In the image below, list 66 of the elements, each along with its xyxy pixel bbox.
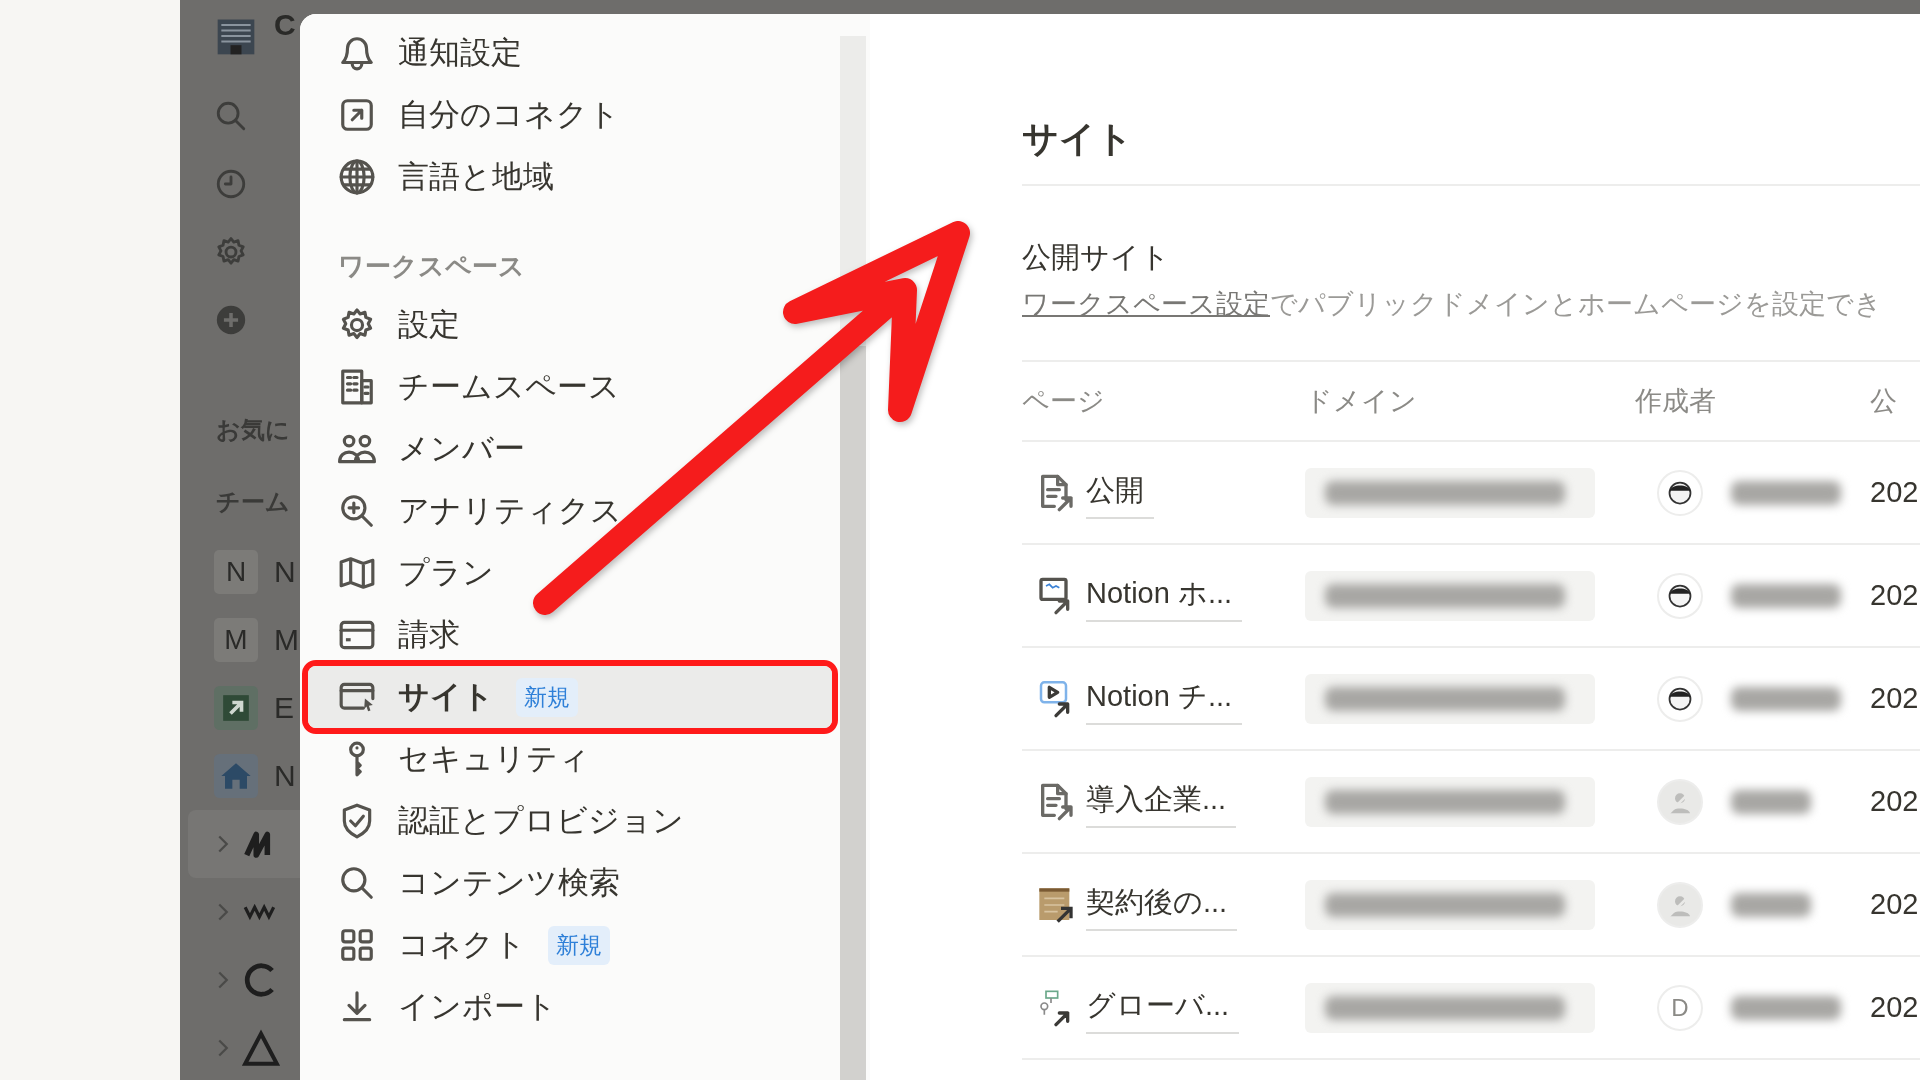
page-link[interactable]: 契約後の... [1086,878,1238,931]
settings-nav-item[interactable]: インポート [308,976,830,1038]
clock-icon [214,167,248,201]
avatar [1657,881,1703,928]
grid-icon [338,926,376,964]
settings-nav-item[interactable]: 請求 [308,604,830,666]
settings-nav-item[interactable]: 設定 [308,294,830,356]
avatar: D [1657,984,1703,1031]
chevron-icon [216,834,230,854]
section-heading: ワークスペース [338,250,525,283]
avatar [1657,778,1703,825]
section-title: 公開サイト [1022,240,1171,275]
scrollbar[interactable] [840,36,866,1080]
date-text: 202 [1870,785,1919,817]
column-header: 作成者 [1635,386,1716,416]
date-text: 202 [1870,476,1919,508]
avatar [1657,469,1703,516]
settings-nav-item[interactable]: サイト 新規 [308,666,832,728]
settings-nav-item[interactable]: プラン [308,542,830,604]
avatar [1657,675,1703,722]
date-text: 202 [1870,579,1919,611]
triangle-logo-icon [242,1029,280,1067]
page-link[interactable]: 導入企業... [1086,775,1237,828]
page-link[interactable]: 公開 [1086,466,1154,519]
description-text: ワークスペース設定でパブリックドメインとホームページを設定でき [1022,288,1883,321]
settings-nav-item[interactable]: メンバー [308,418,830,480]
settings-nav-item[interactable]: 自分のコネクト [308,84,830,146]
settings-nav-item[interactable]: チームスペース [308,356,830,418]
arrow-square-icon [214,686,258,730]
date-text: 202 [1870,682,1919,714]
page-title: サイト [1022,116,1133,161]
house-icon [214,754,258,798]
chevron-icon [216,1038,230,1058]
workspace-settings-link[interactable]: ワークスペース設定 [1022,289,1270,319]
new-badge: 新規 [516,677,578,717]
settings-nav-item[interactable]: アナリティクス [308,480,830,542]
chevron-icon [216,902,230,922]
column-header: ページ [1022,386,1105,416]
page-link[interactable]: Notion チ... [1086,672,1243,725]
building-icon [338,368,376,406]
settings-nav-item[interactable]: セキュリティ [308,728,830,790]
search-icon [338,864,376,902]
chevron-icon [216,970,230,990]
settings-nav-item[interactable]: コネクト 新規 [308,914,830,976]
arrow-square-icon [338,96,376,134]
date-text: 202 [1870,991,1919,1023]
page-link[interactable]: Notion ホ... [1086,569,1243,622]
plus-icon [214,303,248,337]
zoom-in-icon [338,492,376,530]
date-text: 202 [1870,888,1919,920]
settings-nav-item[interactable]: コンテンツ検索 [308,852,830,914]
settings-nav-item[interactable]: 認証とプロビジョン [308,790,830,852]
bell-icon [338,34,376,72]
settings-nav-item[interactable]: 通知設定 [308,22,830,84]
globe-icon [338,158,376,196]
avatar [1657,572,1703,619]
teamspace-badge: N [214,550,258,594]
new-badge: 新規 [548,925,610,965]
column-header: ドメイン [1305,386,1417,416]
search-icon [214,99,248,133]
teamspace-badge: M [214,618,258,662]
column-header: 公 [1870,386,1897,416]
page-link[interactable]: グローバ... [1086,981,1240,1034]
map-icon [338,554,376,592]
settings-nav-item[interactable]: 言語と地域 [308,146,830,208]
page-item[interactable] [188,810,300,878]
